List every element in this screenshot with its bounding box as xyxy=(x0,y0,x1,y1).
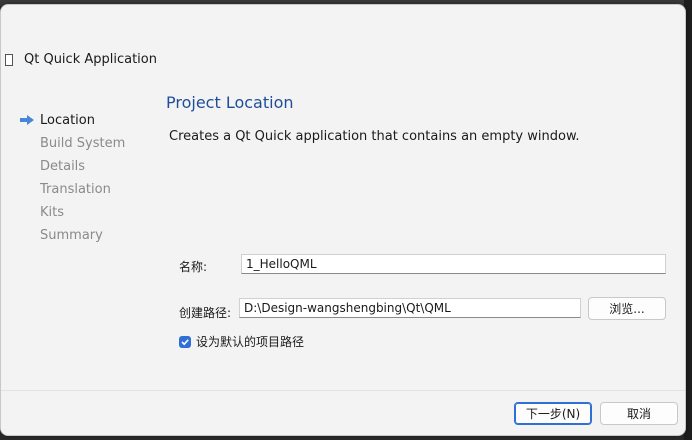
default-path-checkbox[interactable] xyxy=(179,336,191,348)
window-icon xyxy=(5,54,13,66)
step-summary: Summary xyxy=(19,224,125,247)
step-label: Translation xyxy=(40,182,111,197)
step-details: Details xyxy=(19,155,125,178)
step-label: Summary xyxy=(40,228,103,243)
step-label: Kits xyxy=(40,205,65,220)
next-button[interactable]: 下一步(N) xyxy=(514,402,592,425)
project-name-input[interactable] xyxy=(241,254,666,274)
browse-button[interactable]: 浏览... xyxy=(588,297,666,320)
new-project-wizard-window: Qt Quick Application Location Build Syst… xyxy=(0,4,686,436)
path-label: 创建路径: xyxy=(179,306,232,320)
title-bar: Qt Quick Application xyxy=(1,5,685,67)
project-path-input[interactable] xyxy=(239,298,581,318)
name-label: 名称: xyxy=(179,260,208,274)
window-title: Qt Quick Application xyxy=(24,52,157,67)
page-title: Project Location xyxy=(166,93,294,112)
step-label: Build System xyxy=(40,136,126,151)
step-translation: Translation xyxy=(19,178,125,201)
default-path-checkbox-label[interactable]: 设为默认的项目路径 xyxy=(196,333,304,350)
wizard-footer: 下一步(N) 取消 xyxy=(1,390,685,435)
wizard-steps: Location Build System Details Translatio… xyxy=(19,109,125,247)
step-kits: Kits xyxy=(19,201,125,224)
arrow-right-icon xyxy=(20,115,34,125)
cancel-button[interactable]: 取消 xyxy=(600,402,678,425)
checkmark-icon xyxy=(181,339,189,346)
step-build-system: Build System xyxy=(19,132,125,155)
page-description: Creates a Qt Quick application that cont… xyxy=(169,129,580,144)
step-location: Location xyxy=(19,109,125,132)
step-label: Details xyxy=(40,159,86,174)
step-label: Location xyxy=(40,113,95,128)
